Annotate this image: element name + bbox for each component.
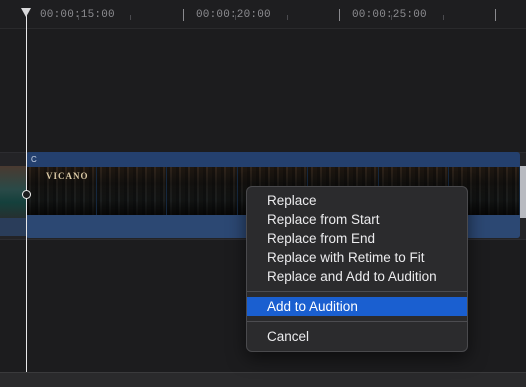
- ruler-tick: [443, 15, 444, 20]
- ruler-tick: [235, 15, 236, 20]
- context-menu: Replace Replace from Start Replace from …: [246, 186, 468, 352]
- ruler-timecode-2: 00:00:20:00: [196, 9, 271, 21]
- clip-thumbnail: [167, 167, 238, 215]
- ruler-tick: [495, 9, 496, 21]
- menu-separator: [247, 321, 467, 322]
- thumbnail-sign-text: VICANO: [46, 171, 89, 181]
- next-clip-edge[interactable]: [520, 166, 526, 218]
- menu-item-replace-with-retime[interactable]: Replace with Retime to Fit: [247, 248, 467, 267]
- clip-name-label: C: [31, 155, 37, 164]
- ruler-tick: [339, 9, 340, 21]
- skimmer-point-icon: [22, 190, 31, 199]
- ruler-timecode-3: 00:00:25:00: [352, 9, 427, 21]
- ruler-tick: [391, 15, 392, 20]
- menu-item-replace-from-end[interactable]: Replace from End: [247, 229, 467, 248]
- clip-thumbnail: VICANO: [26, 167, 97, 215]
- menu-item-replace[interactable]: Replace: [247, 191, 467, 210]
- menu-separator: [247, 291, 467, 292]
- ruler-tick: [287, 15, 288, 20]
- menu-item-cancel[interactable]: Cancel: [247, 327, 467, 346]
- clip-thumbnail: [96, 167, 168, 215]
- timeline-ruler[interactable]: 00:00:15:00 00:00:20:00 00:00:25:00: [0, 0, 526, 29]
- previous-clip[interactable]: [0, 166, 26, 236]
- playhead-handle-icon[interactable]: [21, 8, 31, 17]
- ruler-tick: [78, 15, 79, 20]
- menu-item-replace-and-add-to-audition[interactable]: Replace and Add to Audition: [247, 267, 467, 286]
- menu-item-replace-from-start[interactable]: Replace from Start: [247, 210, 467, 229]
- ruler-tick: [130, 15, 131, 20]
- ruler-tick: [183, 9, 184, 21]
- menu-item-add-to-audition[interactable]: Add to Audition: [247, 297, 467, 316]
- timeline-scrollbar[interactable]: [0, 372, 526, 387]
